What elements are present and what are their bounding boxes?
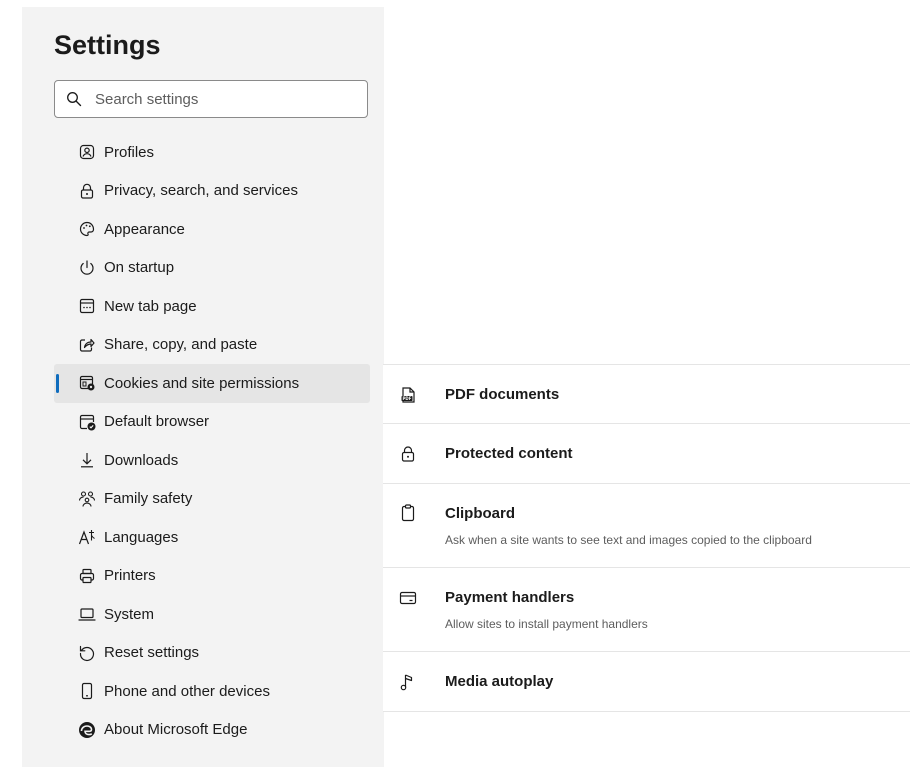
svg-text:PDF: PDF [403,396,412,401]
sidebar-item-family-safety[interactable]: Family safety [54,480,370,519]
sidebar-item-label: Profiles [104,143,155,161]
sidebar-item-label: On startup [104,259,175,277]
card-icon [398,588,418,608]
lock-icon [78,182,96,200]
permission-title: PDF documents [445,386,560,403]
permission-row-payment-handlers[interactable]: Payment handlers Allow sites to install … [383,568,910,652]
sidebar-item-phone-devices[interactable]: Phone and other devices [54,672,370,711]
download-icon [78,451,96,469]
permission-row-pdf-documents[interactable]: PDF PDF documents [383,364,910,424]
sidebar-item-system[interactable]: System [54,595,370,634]
sidebar-item-label: About Microsoft Edge [104,721,248,739]
clipboard-icon [398,503,418,523]
sidebar-item-share-copy-paste[interactable]: Share, copy, and paste [54,326,370,365]
permission-title: Payment handlers [445,589,575,606]
sidebar-item-label: Cookies and site permissions [104,374,300,392]
lock-icon [398,444,418,464]
cookies-icon [78,374,96,392]
permission-row-protected-content[interactable]: Protected content [383,424,910,484]
sidebar-item-default-browser[interactable]: Default browser [54,403,370,442]
sidebar-item-downloads[interactable]: Downloads [54,441,370,480]
sidebar-item-on-startup[interactable]: On startup [54,249,370,288]
default-browser-icon [78,413,96,431]
sidebar-item-label: Privacy, search, and services [104,182,298,200]
language-icon [78,528,96,546]
family-icon [78,490,96,508]
sidebar-item-label: System [104,605,155,623]
share-icon [78,336,96,354]
permission-description: Allow sites to install payment handlers [445,617,648,631]
sidebar-item-label: Appearance [104,220,185,238]
search-input[interactable] [95,81,355,117]
sidebar-item-about-edge[interactable]: About Microsoft Edge [54,711,370,750]
sidebar-item-privacy[interactable]: Privacy, search, and services [54,172,370,211]
permission-description: Ask when a site wants to see text and im… [445,533,812,547]
printer-icon [78,567,96,585]
sidebar-item-profiles[interactable]: Profiles [54,133,370,172]
sidebar-item-new-tab-page[interactable]: New tab page [54,287,370,326]
sidebar-item-label: Default browser [104,413,210,431]
permission-row-clipboard[interactable]: Clipboard Ask when a site wants to see t… [383,484,910,568]
profile-icon [78,143,96,161]
sidebar-item-appearance[interactable]: Appearance [54,210,370,249]
permission-title: Clipboard [445,505,515,522]
laptop-icon [78,605,96,623]
sidebar-item-cookies-site-permissions[interactable]: Cookies and site permissions [54,364,370,403]
reset-icon [78,644,96,662]
sidebar-item-languages[interactable]: Languages [54,518,370,557]
sidebar-item-label: Phone and other devices [104,682,270,700]
sidebar-item-printers[interactable]: Printers [54,557,370,596]
search-icon [66,91,82,107]
page-title: Settings [54,30,161,60]
permission-title: Protected content [445,445,573,462]
sidebar-item-label: Downloads [104,451,179,469]
search-box[interactable] [54,80,368,118]
edge-logo-icon [78,721,96,739]
sidebar-nav: Profiles Privacy, search, and services A… [54,133,370,749]
sidebar-item-label: Reset settings [104,644,200,662]
palette-icon [78,220,96,238]
settings-sidebar: Settings Profiles Privacy, search, and s… [22,7,384,767]
sidebar-item-label: New tab page [104,297,197,315]
permission-row-media-autoplay[interactable]: Media autoplay [383,652,910,712]
sidebar-item-label: Family safety [104,490,193,508]
site-permissions-list: PDF PDF documents Protected content Clip… [383,364,910,712]
sidebar-item-reset-settings[interactable]: Reset settings [54,634,370,673]
power-icon [78,259,96,277]
sidebar-item-label: Share, copy, and paste [104,336,258,354]
active-indicator [56,374,59,393]
music-note-icon [398,672,418,692]
new-tab-icon [78,297,96,315]
sidebar-item-label: Languages [104,528,179,546]
sidebar-item-label: Printers [104,567,156,585]
phone-icon [78,682,96,700]
permission-title: Media autoplay [445,673,554,690]
pdf-icon: PDF [398,385,418,405]
